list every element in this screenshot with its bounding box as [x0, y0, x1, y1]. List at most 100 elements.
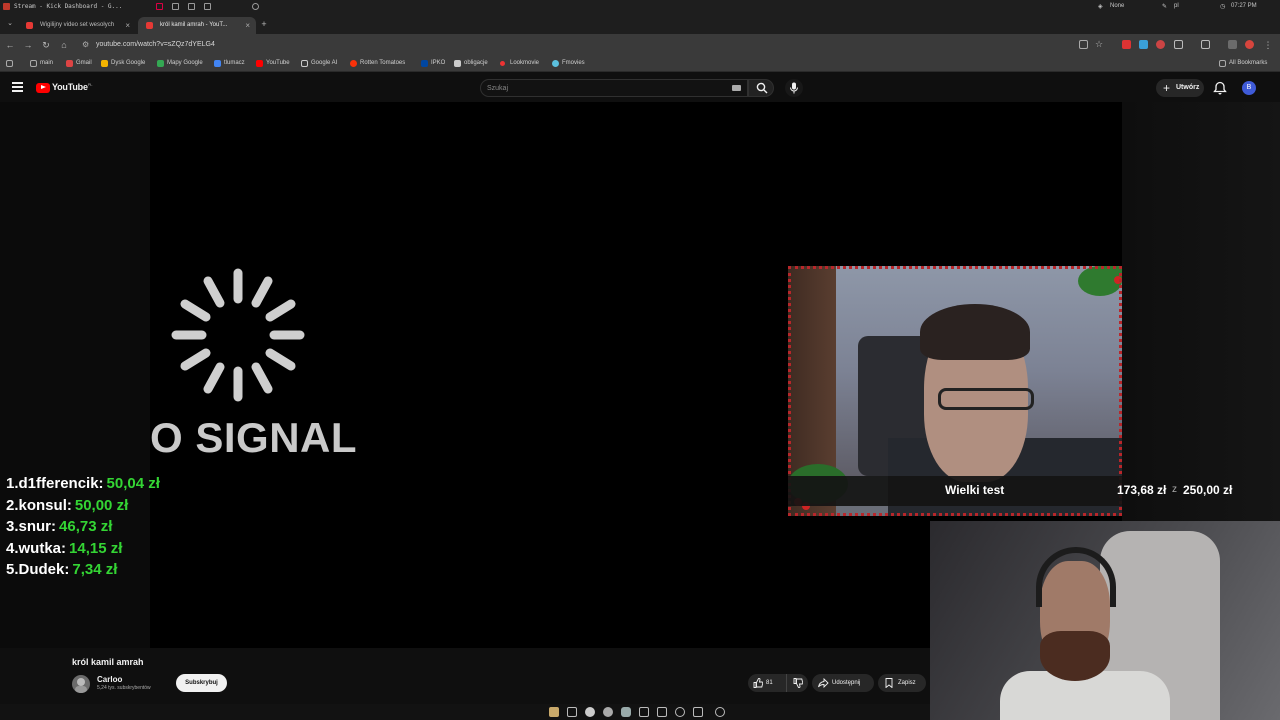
- thumbs-down-icon: [793, 678, 803, 688]
- like-button[interactable]: 81: [748, 674, 784, 692]
- gmail-icon: [66, 60, 73, 67]
- lookmovie-icon: [500, 61, 505, 66]
- bookmark-item[interactable]: Google AI: [301, 60, 337, 67]
- bookmark-item[interactable]: Fmovies: [552, 60, 585, 67]
- record-icon[interactable]: [156, 3, 163, 10]
- extensions-puzzle-icon[interactable]: [1174, 40, 1183, 49]
- search-icon: [756, 82, 768, 94]
- extension-icon[interactable]: [1122, 40, 1131, 49]
- apps-grid-icon[interactable]: [6, 60, 13, 67]
- folder-icon: [1219, 60, 1226, 67]
- pen-icon[interactable]: ✎: [1162, 3, 1167, 10]
- url-input[interactable]: ⚙ youtube.com/watch?v=sZQz7dYELG4: [78, 37, 1078, 53]
- search-input[interactable]: Szukaj: [480, 79, 748, 97]
- site-info-icon[interactable]: ⚙: [82, 40, 89, 49]
- voice-search-button[interactable]: [785, 79, 803, 97]
- ipko-icon: [421, 60, 428, 67]
- create-button[interactable]: + Utwórz: [1156, 79, 1204, 97]
- reload-icon[interactable]: ↻: [40, 39, 52, 51]
- app-grid-icon[interactable]: [715, 707, 725, 717]
- profile-avatar-icon[interactable]: [1245, 40, 1254, 49]
- channel-avatar-icon: [75, 678, 87, 693]
- terminal-icon[interactable]: [567, 707, 577, 717]
- bookmark-item[interactable]: Rotten Tomatoes: [350, 60, 405, 67]
- steam-icon[interactable]: [639, 707, 649, 717]
- leaderboard-row: 2.konsul: 50,00 zł: [6, 496, 129, 514]
- bookmark-item[interactable]: obligacje: [454, 60, 488, 67]
- files-icon[interactable]: [549, 707, 559, 717]
- monitor-icon[interactable]: [188, 3, 195, 10]
- tab-wigilijny[interactable]: Wigilijny video set wesołych ×: [18, 17, 136, 34]
- close-tab-icon[interactable]: ×: [245, 21, 250, 30]
- tray-status-icon[interactable]: ◈: [1098, 3, 1103, 10]
- shield-icon[interactable]: [657, 707, 667, 717]
- tab-krol-kamil[interactable]: król kamil amrah - YouT... ×: [138, 17, 256, 34]
- share-arrow-icon: [818, 678, 829, 688]
- translate-icon[interactable]: [1139, 40, 1148, 49]
- subscribe-button[interactable]: Subskrybuj: [176, 674, 227, 692]
- menu-kebab-icon[interactable]: ⋮: [1262, 39, 1274, 51]
- taskbar: [0, 704, 930, 720]
- cast-icon[interactable]: [1079, 40, 1088, 49]
- keyboard-icon[interactable]: [732, 85, 741, 91]
- goal-target: 250,00 zł: [1183, 483, 1233, 497]
- address-bar-row: ← → ↻ ⌂ ⚙ youtube.com/watch?v=sZQz7dYELG…: [0, 34, 1280, 56]
- translate-icon: [214, 60, 221, 67]
- clock-icon: ◷: [1220, 4, 1226, 10]
- thumbs-up-icon: [753, 678, 763, 688]
- close-tab-icon[interactable]: ×: [125, 21, 130, 30]
- bookmark-item[interactable]: Gmail: [66, 60, 92, 67]
- maps-icon: [157, 60, 164, 67]
- search-button[interactable]: [748, 79, 774, 97]
- tab-list-icon[interactable]: ⌄: [4, 18, 16, 30]
- downloads-icon[interactable]: [1228, 40, 1237, 49]
- bookmark-item[interactable]: Dysk Google: [101, 60, 145, 67]
- side-panel-icon[interactable]: [1201, 40, 1210, 49]
- donation-leaderboard: 1.d1fferencik: 50,04 zł 2.konsul: 50,00 zł…: [6, 475, 160, 583]
- obs-icon[interactable]: [675, 707, 685, 717]
- plus-icon: +: [1163, 81, 1171, 95]
- share-button[interactable]: Udostępnij: [812, 674, 874, 692]
- home-icon[interactable]: ⌂: [58, 39, 70, 51]
- new-tab-icon[interactable]: +: [258, 18, 270, 30]
- hamburger-menu-icon[interactable]: [12, 82, 23, 92]
- youtube-logo[interactable]: YouTubePL: [36, 82, 92, 94]
- youtube-icon: [256, 60, 263, 67]
- link-icon[interactable]: [252, 3, 259, 10]
- bookmark-item[interactable]: tlumacz: [214, 60, 245, 67]
- tomato-icon: [350, 60, 357, 67]
- notes-icon[interactable]: [693, 707, 703, 717]
- all-bookmarks[interactable]: All Bookmarks: [1219, 60, 1267, 67]
- leaderboard-row: 4.wutka: 14,15 zł: [6, 539, 123, 557]
- spotify-icon[interactable]: [585, 707, 595, 717]
- extension-icon[interactable]: [1156, 40, 1165, 49]
- goal-separator: z: [1172, 484, 1177, 495]
- drive-icon: [101, 60, 108, 67]
- channel-avatar[interactable]: [72, 675, 90, 693]
- bookmark-item[interactable]: Mapy Google: [157, 60, 203, 67]
- save-button[interactable]: Zapisz: [878, 674, 926, 692]
- bookmark-item[interactable]: Lookmovie: [500, 60, 539, 66]
- monitor-icon[interactable]: [172, 3, 179, 10]
- bookmark-item[interactable]: YouTube: [256, 60, 290, 67]
- bookmark-item[interactable]: main: [30, 60, 53, 67]
- bookmark-item[interactable]: IPKO: [421, 60, 445, 67]
- notifications-bell-icon[interactable]: [1213, 81, 1227, 95]
- youtube-play-icon: [36, 82, 50, 93]
- back-icon[interactable]: ←: [4, 39, 16, 51]
- streamer-facecam: [930, 521, 1280, 720]
- loading-spinner-icon: [171, 268, 305, 402]
- goal-label: Wielki test: [945, 483, 1005, 497]
- dislike-button[interactable]: [786, 674, 808, 692]
- forward-icon[interactable]: →: [22, 39, 34, 51]
- discord-icon[interactable]: [621, 707, 631, 717]
- tray-lang-label[interactable]: pl: [1174, 3, 1179, 9]
- monitor-icon[interactable]: [204, 3, 211, 10]
- account-avatar[interactable]: B: [1242, 81, 1256, 95]
- webcam-overlay: [788, 266, 1122, 516]
- chrome-icon[interactable]: [603, 707, 613, 717]
- os-top-bar: Stream - Kick Dashboard - G... ◈ None ✎ …: [0, 0, 1280, 14]
- bookmark-star-icon[interactable]: ☆: [1093, 38, 1105, 50]
- channel-name[interactable]: Carloo: [97, 675, 122, 684]
- tray-none-label[interactable]: None: [1110, 3, 1124, 9]
